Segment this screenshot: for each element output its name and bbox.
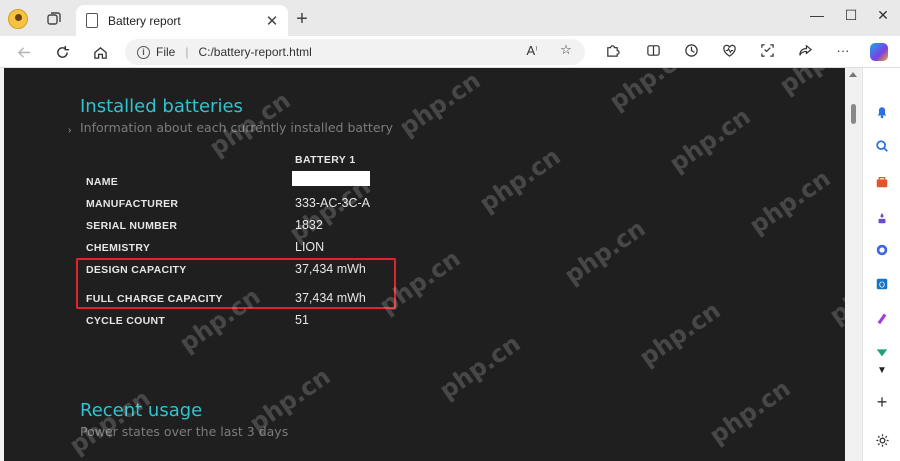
watermark: php.cn (824, 254, 845, 330)
star-icon[interactable]: ☆ (555, 39, 577, 61)
watermark: php.cn (604, 68, 696, 116)
name-redaction (292, 171, 370, 186)
row-value-cycle-count: 51 (295, 313, 309, 327)
scroll-thumb[interactable] (851, 104, 856, 124)
workspaces-icon[interactable] (42, 7, 66, 31)
battery-column-header: BATTERY 1 (295, 154, 356, 166)
designer-icon[interactable] (870, 306, 894, 330)
row-label-name: NAME (86, 176, 119, 188)
scroll-up-icon[interactable] (849, 72, 857, 77)
watermark: php.cn (774, 68, 845, 100)
installed-batteries-title: Installed batteries (80, 96, 243, 117)
screenshot-icon[interactable] (756, 39, 778, 61)
watermark: php.cn (559, 214, 651, 290)
profile-avatar-icon[interactable] (6, 7, 30, 31)
shopping-icon[interactable] (870, 170, 894, 194)
installed-batteries-subtitle: Information about each currently install… (80, 120, 394, 135)
close-window-button[interactable]: ✕ (868, 0, 898, 30)
row-label-serial-number: SERIAL NUMBER (86, 220, 178, 232)
address-separator: | (185, 45, 189, 59)
maximize-button[interactable]: ☐ (836, 0, 866, 30)
browser-essentials-icon[interactable] (718, 39, 740, 61)
copilot-icon[interactable] (866, 40, 892, 64)
capacity-highlight-box (76, 258, 396, 309)
games-icon[interactable] (870, 206, 894, 230)
battery-report-page: › Installed batteries Information about … (4, 68, 845, 461)
home-icon[interactable] (88, 40, 112, 64)
gear-icon[interactable] (870, 428, 894, 452)
minimize-button[interactable]: — (802, 0, 832, 30)
row-value-serial-number: 1832 (295, 218, 323, 232)
mouse-caret: › (68, 125, 72, 136)
address-scheme: File (156, 45, 176, 59)
search-icon[interactable] (870, 134, 894, 158)
address-url: C:/battery-report.html (198, 45, 312, 59)
outlook-icon[interactable]: O (870, 272, 894, 296)
svg-text:O: O (879, 281, 885, 290)
vertical-scrollbar[interactable] (846, 68, 861, 461)
edge-sidebar: O ▼ + (862, 68, 900, 461)
bell-icon[interactable] (870, 100, 894, 124)
active-tab[interactable]: Battery report ✕ (76, 5, 288, 36)
microsoft-365-icon[interactable] (870, 238, 894, 262)
read-aloud-icon[interactable]: A ⁾ (521, 39, 543, 61)
watermark: php.cn (704, 374, 796, 450)
browser-window: Battery report ✕ + — ☐ ✕ i File | C:/bat… (0, 0, 900, 461)
row-label-manufacturer: MANUFACTURER (86, 198, 179, 210)
watermark: php.cn (664, 102, 756, 178)
row-value-chemistry: LION (295, 240, 325, 254)
info-icon[interactable]: i (137, 45, 150, 59)
watermark: php.cn (434, 329, 526, 405)
row-label-cycle-count: CYCLE COUNT (86, 315, 166, 327)
row-value-manufacturer: 333-AC-3C-A (295, 196, 371, 210)
history-icon[interactable] (680, 39, 702, 61)
split-screen-icon[interactable] (642, 39, 664, 61)
puzzle-icon[interactable] (601, 39, 623, 61)
add-sidebar-app-icon[interactable]: + (870, 390, 894, 414)
tab-title: Battery report (108, 13, 181, 28)
recent-usage-subtitle: Power states over the last 3 days (80, 424, 289, 439)
watermark: php.cn (474, 142, 566, 218)
document-icon (86, 13, 98, 28)
more-icon[interactable]: ··· (832, 39, 854, 61)
watermark: php.cn (64, 384, 156, 460)
title-bar: Battery report ✕ + — ☐ ✕ (0, 0, 900, 36)
tab-close-icon[interactable]: ✕ (262, 11, 282, 31)
share-icon[interactable] (794, 39, 816, 61)
row-label-chemistry: CHEMISTRY (86, 242, 151, 254)
recent-usage-title: Recent usage (80, 400, 203, 421)
refresh-icon[interactable] (50, 40, 74, 64)
navigation-bar: i File | C:/battery-report.html A ⁾ ☆ ··· (0, 36, 900, 68)
watermark: php.cn (634, 296, 726, 372)
watermark: php.cn (744, 164, 836, 240)
address-bar[interactable]: i File | C:/battery-report.html (125, 39, 585, 65)
new-tab-button[interactable]: + (290, 7, 314, 31)
back-arrow-icon[interactable] (12, 40, 36, 64)
watermark: php.cn (394, 68, 486, 142)
chevron-down-icon[interactable]: ▼ (870, 358, 894, 382)
